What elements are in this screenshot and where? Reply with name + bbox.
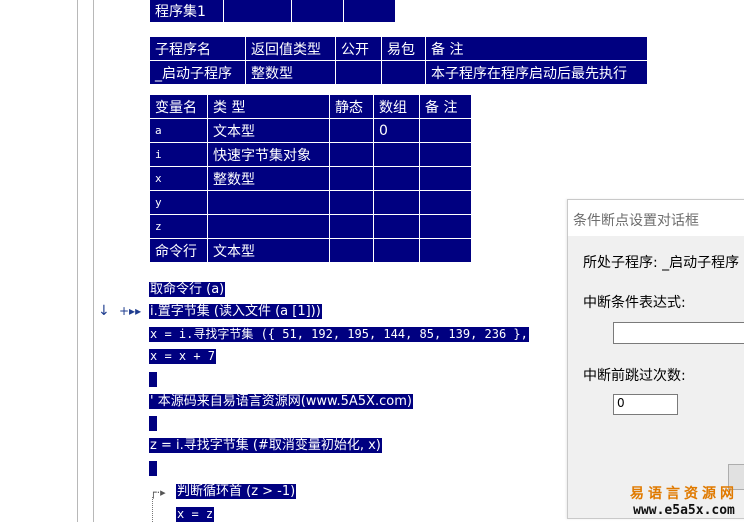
condition-expression-input[interactable] [613, 322, 744, 344]
var-array-cell[interactable] [373, 142, 420, 167]
var-static-cell[interactable] [329, 214, 374, 239]
var-array-cell[interactable]: 0 [373, 118, 420, 143]
var-array-cell[interactable] [373, 190, 420, 215]
sub-name-cell[interactable]: _启动子程序 [149, 60, 246, 85]
var-header-type: 类 型 [207, 94, 330, 119]
code-line[interactable]: i.置字节集 (读入文件 (a [1])) [149, 304, 322, 319]
subroutine-label: 所处子程序: _启动子程序 [583, 255, 740, 271]
var-static-cell[interactable] [329, 142, 374, 167]
sub-public-cell[interactable] [335, 60, 382, 85]
var-note-cell[interactable] [419, 166, 472, 191]
code-line[interactable]: x = i.寻找字节集 ({ 51, 192, 195, 144, 85, 13… [149, 327, 529, 342]
site-watermark: 易语言资源网 www.e5a5x.com [630, 483, 738, 518]
var-name-cell[interactable]: a [149, 118, 208, 143]
var-type-cell[interactable] [207, 214, 330, 239]
assembly-cell[interactable] [291, 0, 344, 23]
var-type-cell[interactable]: 文本型 [207, 238, 330, 263]
dialog-title: 条件断点设置对话框 [573, 213, 699, 229]
var-array-cell[interactable] [373, 238, 420, 263]
sub-header-note: 备 注 [425, 36, 648, 61]
var-note-cell[interactable] [419, 118, 472, 143]
var-note-cell[interactable] [419, 214, 472, 239]
loop-flow-line [152, 497, 153, 522]
code-line-empty[interactable] [149, 461, 157, 476]
table-row: i 快速字节集对象 [149, 142, 472, 167]
var-name-cell[interactable]: i [149, 142, 208, 167]
var-type-cell[interactable] [207, 190, 330, 215]
sub-note-cell[interactable]: 本子程序在程序启动后最先执行 [425, 60, 648, 85]
conditional-breakpoint-dialog: 条件断点设置对话框 所处子程序: _启动子程序 中断条件表达式: 中断前跳过次数… [567, 199, 744, 519]
var-header-array: 数组 [373, 94, 420, 119]
var-name-cell[interactable]: x [149, 166, 208, 191]
subroutine-table: 子程序名 返回值类型 公开 易包 备 注 _启动子程序 整数型 本子程序在程序启… [149, 36, 648, 85]
assembly-cell[interactable] [223, 0, 292, 23]
code-line[interactable]: x = z [176, 507, 215, 522]
code-line[interactable]: 取命令行 (a) [149, 282, 226, 297]
code-comment-line[interactable]: ' 本源码来自易语言资源网(www.5A5X.com) [149, 394, 413, 409]
table-row: z [149, 214, 472, 239]
code-line[interactable]: z = i.寻找字节集 (#取消变量初始化, x) [149, 438, 382, 453]
var-type-cell[interactable]: 文本型 [207, 118, 330, 143]
variable-table: 变量名 类 型 静态 数组 备 注 a 文本型 0 i 快速字节集对象 x 整数… [149, 94, 472, 263]
sub-header-public: 公开 [335, 36, 382, 61]
sub-easypack-cell[interactable] [381, 60, 426, 85]
var-name-cell[interactable]: z [149, 214, 208, 239]
editor-gutter-line [77, 0, 78, 522]
condition-label: 中断条件表达式: [583, 295, 686, 311]
sub-header-name: 子程序名 [149, 36, 246, 61]
var-static-cell[interactable] [329, 190, 374, 215]
assembly-table: 程序集1 [149, 0, 396, 23]
var-static-cell[interactable] [329, 238, 374, 263]
sub-header-return: 返回值类型 [245, 36, 336, 61]
watermark-url: www.e5a5x.com [633, 503, 735, 518]
var-note-cell[interactable] [419, 142, 472, 167]
code-line[interactable]: 判断循环首 (z > -1) [176, 484, 297, 499]
current-line-icon[interactable]: +▸▸ [119, 304, 141, 319]
var-static-cell[interactable] [329, 166, 374, 191]
skip-count-input[interactable]: 0 [613, 394, 678, 415]
watermark-title: 易语言资源网 [630, 486, 738, 502]
table-row: y [149, 190, 472, 215]
assembly-name[interactable]: 程序集1 [149, 0, 224, 23]
table-row: 命令行 文本型 [149, 238, 472, 263]
code-line-empty[interactable] [149, 372, 157, 387]
sub-header-easypack: 易包 [381, 36, 426, 61]
table-row: x 整数型 [149, 166, 472, 191]
var-note-cell[interactable] [419, 238, 472, 263]
var-static-cell[interactable] [329, 118, 374, 143]
table-row: a 文本型 0 [149, 118, 472, 143]
code-line-empty[interactable] [149, 416, 157, 431]
var-name-cell[interactable]: y [149, 190, 208, 215]
var-header-name: 变量名 [149, 94, 208, 119]
skip-count-label: 中断前跳过次数: [583, 368, 686, 384]
var-header-note: 备 注 [419, 94, 472, 119]
code-line[interactable]: x = x + 7 [149, 349, 217, 364]
var-type-cell[interactable]: 快速字节集对象 [207, 142, 330, 167]
breakpoint-arrow-icon[interactable]: ↓ [98, 304, 110, 319]
var-array-cell[interactable] [373, 166, 420, 191]
assembly-cell[interactable] [343, 0, 396, 23]
editor-gutter-line [93, 0, 94, 522]
var-header-static: 静态 [329, 94, 374, 119]
var-array-cell[interactable] [373, 214, 420, 239]
var-type-cell[interactable]: 整数型 [207, 166, 330, 191]
sub-return-cell[interactable]: 整数型 [245, 60, 336, 85]
var-name-cell[interactable]: 命令行 [149, 238, 208, 263]
var-note-cell[interactable] [419, 190, 472, 215]
dialog-title-bar[interactable]: 条件断点设置对话框 [568, 200, 744, 236]
